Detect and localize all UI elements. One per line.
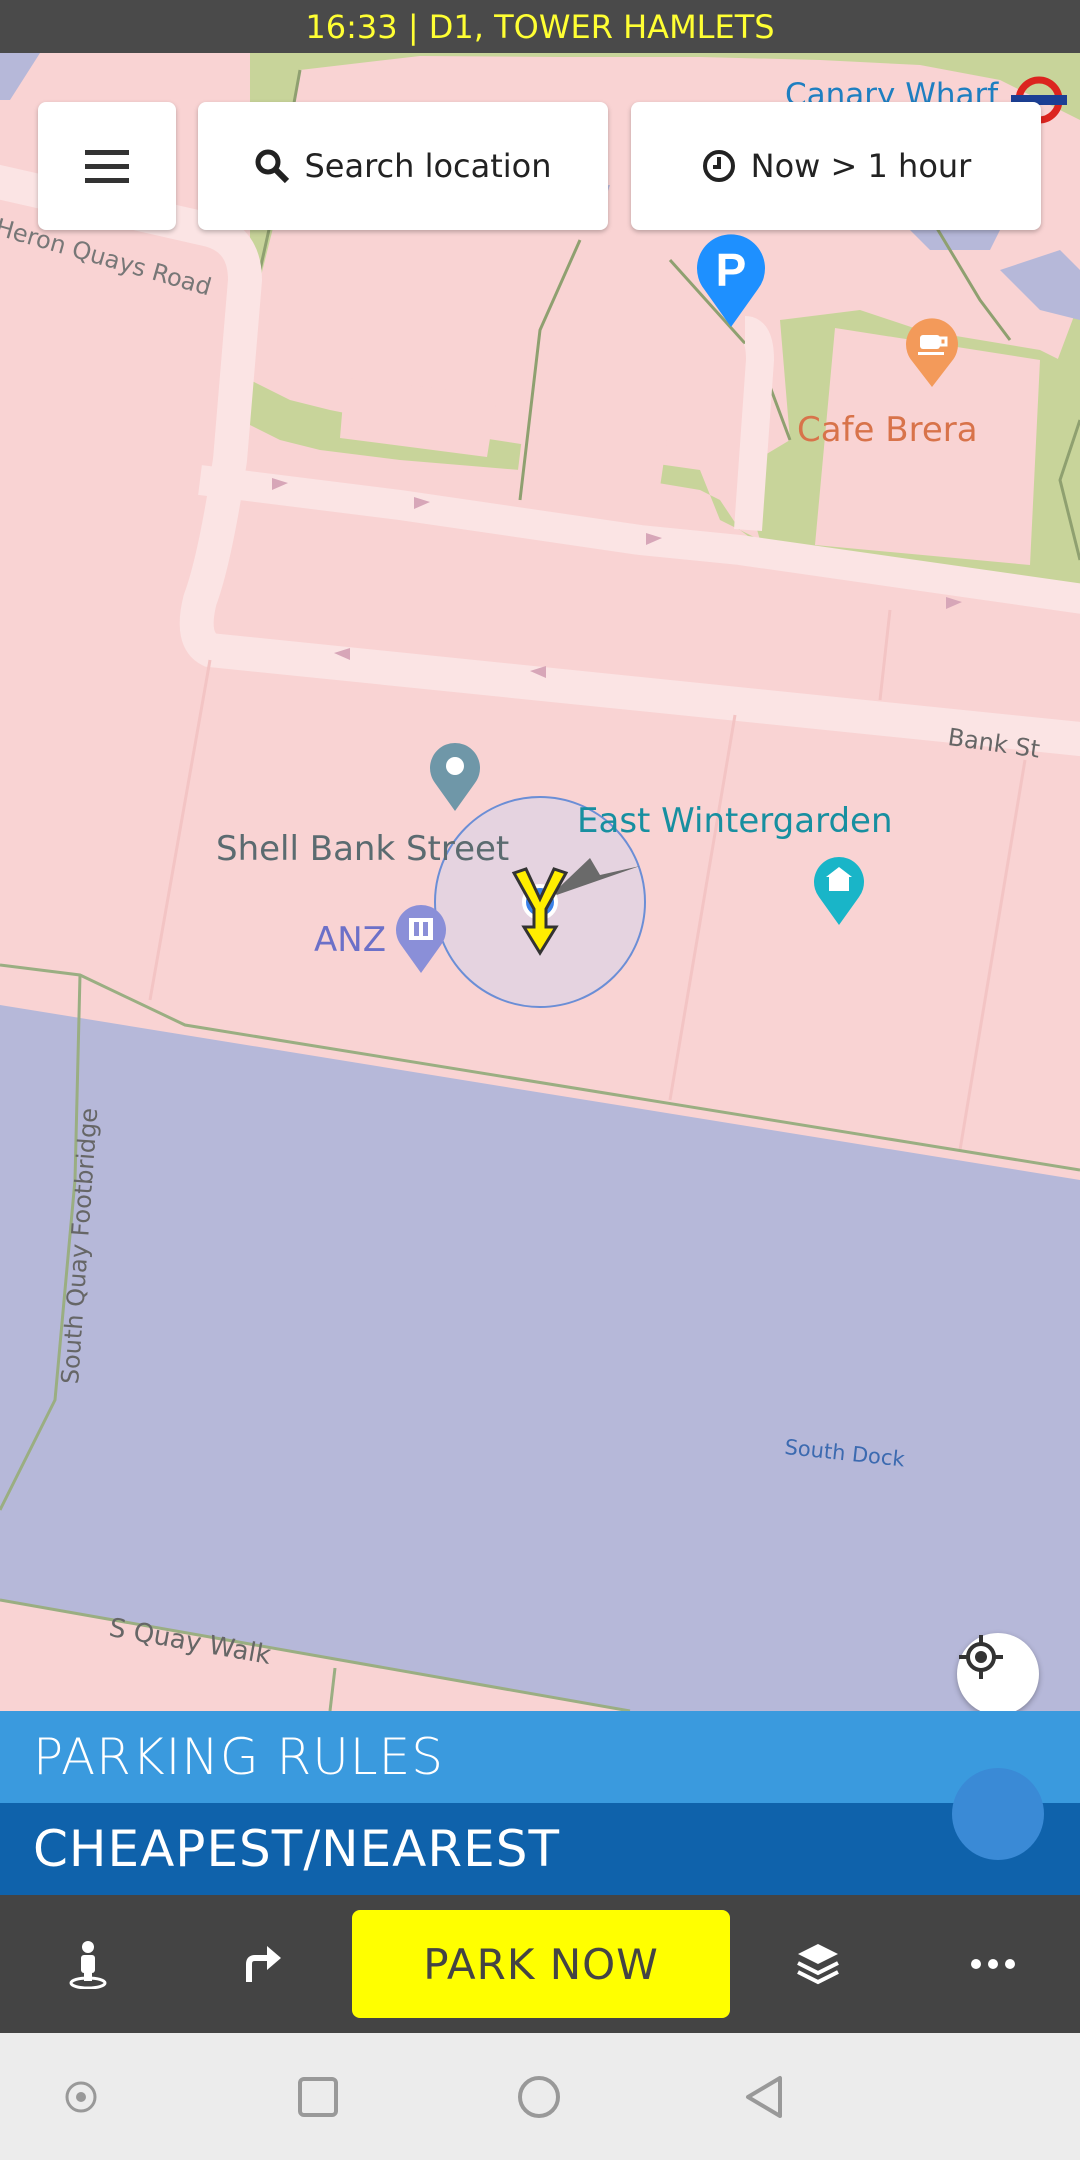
crosshair-icon [959, 1635, 1003, 1679]
direction-arrow-icon [510, 865, 570, 961]
overview-square-icon [298, 2076, 338, 2117]
map-view[interactable]: P Canary Wharf Heron Quays Road Cafe Bre… [0, 53, 1080, 1711]
park-now-button[interactable]: PARK NOW [352, 1910, 730, 2018]
attraction-icon[interactable] [812, 855, 866, 927]
search-icon [254, 148, 290, 184]
cheapest-nearest-label: CHEAPEST/NEAREST [33, 1820, 560, 1878]
map-label-cafe-brera: Cafe Brera [797, 410, 978, 450]
layers-button[interactable] [763, 1895, 873, 2033]
system-nav-bar [0, 2033, 1080, 2160]
time-selector-button[interactable]: Now > 1 hour [631, 102, 1041, 230]
nav-home-button[interactable] [499, 2033, 579, 2160]
place-pin-icon[interactable] [428, 741, 482, 813]
parking-marker[interactable]: P [694, 233, 768, 329]
nav-recent-dot-button[interactable] [41, 2033, 121, 2160]
more-button[interactable] [938, 1895, 1048, 2033]
parking-rules-tab[interactable]: PARKING RULES [0, 1711, 1080, 1803]
search-location-label: Search location [304, 147, 552, 185]
locate-me-button[interactable] [957, 1633, 1039, 1711]
nav-back-button[interactable] [724, 2033, 804, 2160]
clock-icon [701, 148, 737, 184]
more-icon [971, 1959, 1015, 1969]
back-triangle-icon [746, 2075, 782, 2118]
map-label-shell-bank-street: Shell Bank Street [216, 829, 510, 869]
cafe-icon[interactable] [904, 317, 960, 389]
home-circle-icon [518, 2075, 560, 2118]
park-now-label: PARK NOW [423, 1939, 659, 1989]
turn-right-icon [246, 1946, 281, 1982]
time-selector-label: Now > 1 hour [750, 147, 972, 185]
floating-action-button[interactable] [952, 1768, 1044, 1860]
map-label-anz: ANZ [314, 920, 386, 960]
menu-button[interactable] [38, 102, 176, 230]
person-icon [69, 1941, 107, 1989]
search-location-button[interactable]: Search location [198, 102, 608, 230]
parking-rules-label: PARKING RULES [33, 1728, 444, 1786]
map-label-east-wintergarden: East Wintergarden [577, 801, 893, 841]
hamburger-menu-icon [85, 150, 129, 183]
recent-apps-dot-icon [65, 2081, 97, 2112]
walk-mode-button[interactable] [33, 1895, 143, 2033]
status-bar-text: 16:33 | D1, TOWER HAMLETS [305, 7, 775, 46]
cheapest-nearest-tab[interactable]: CHEAPEST/NEAREST [0, 1803, 1080, 1895]
nav-overview-button[interactable] [278, 2033, 358, 2160]
layers-icon [797, 1944, 839, 1985]
directions-button[interactable] [208, 1895, 318, 2033]
status-bar: 16:33 | D1, TOWER HAMLETS [0, 0, 1080, 53]
parking-marker-label: P [715, 244, 747, 296]
bank-icon[interactable] [394, 903, 448, 975]
